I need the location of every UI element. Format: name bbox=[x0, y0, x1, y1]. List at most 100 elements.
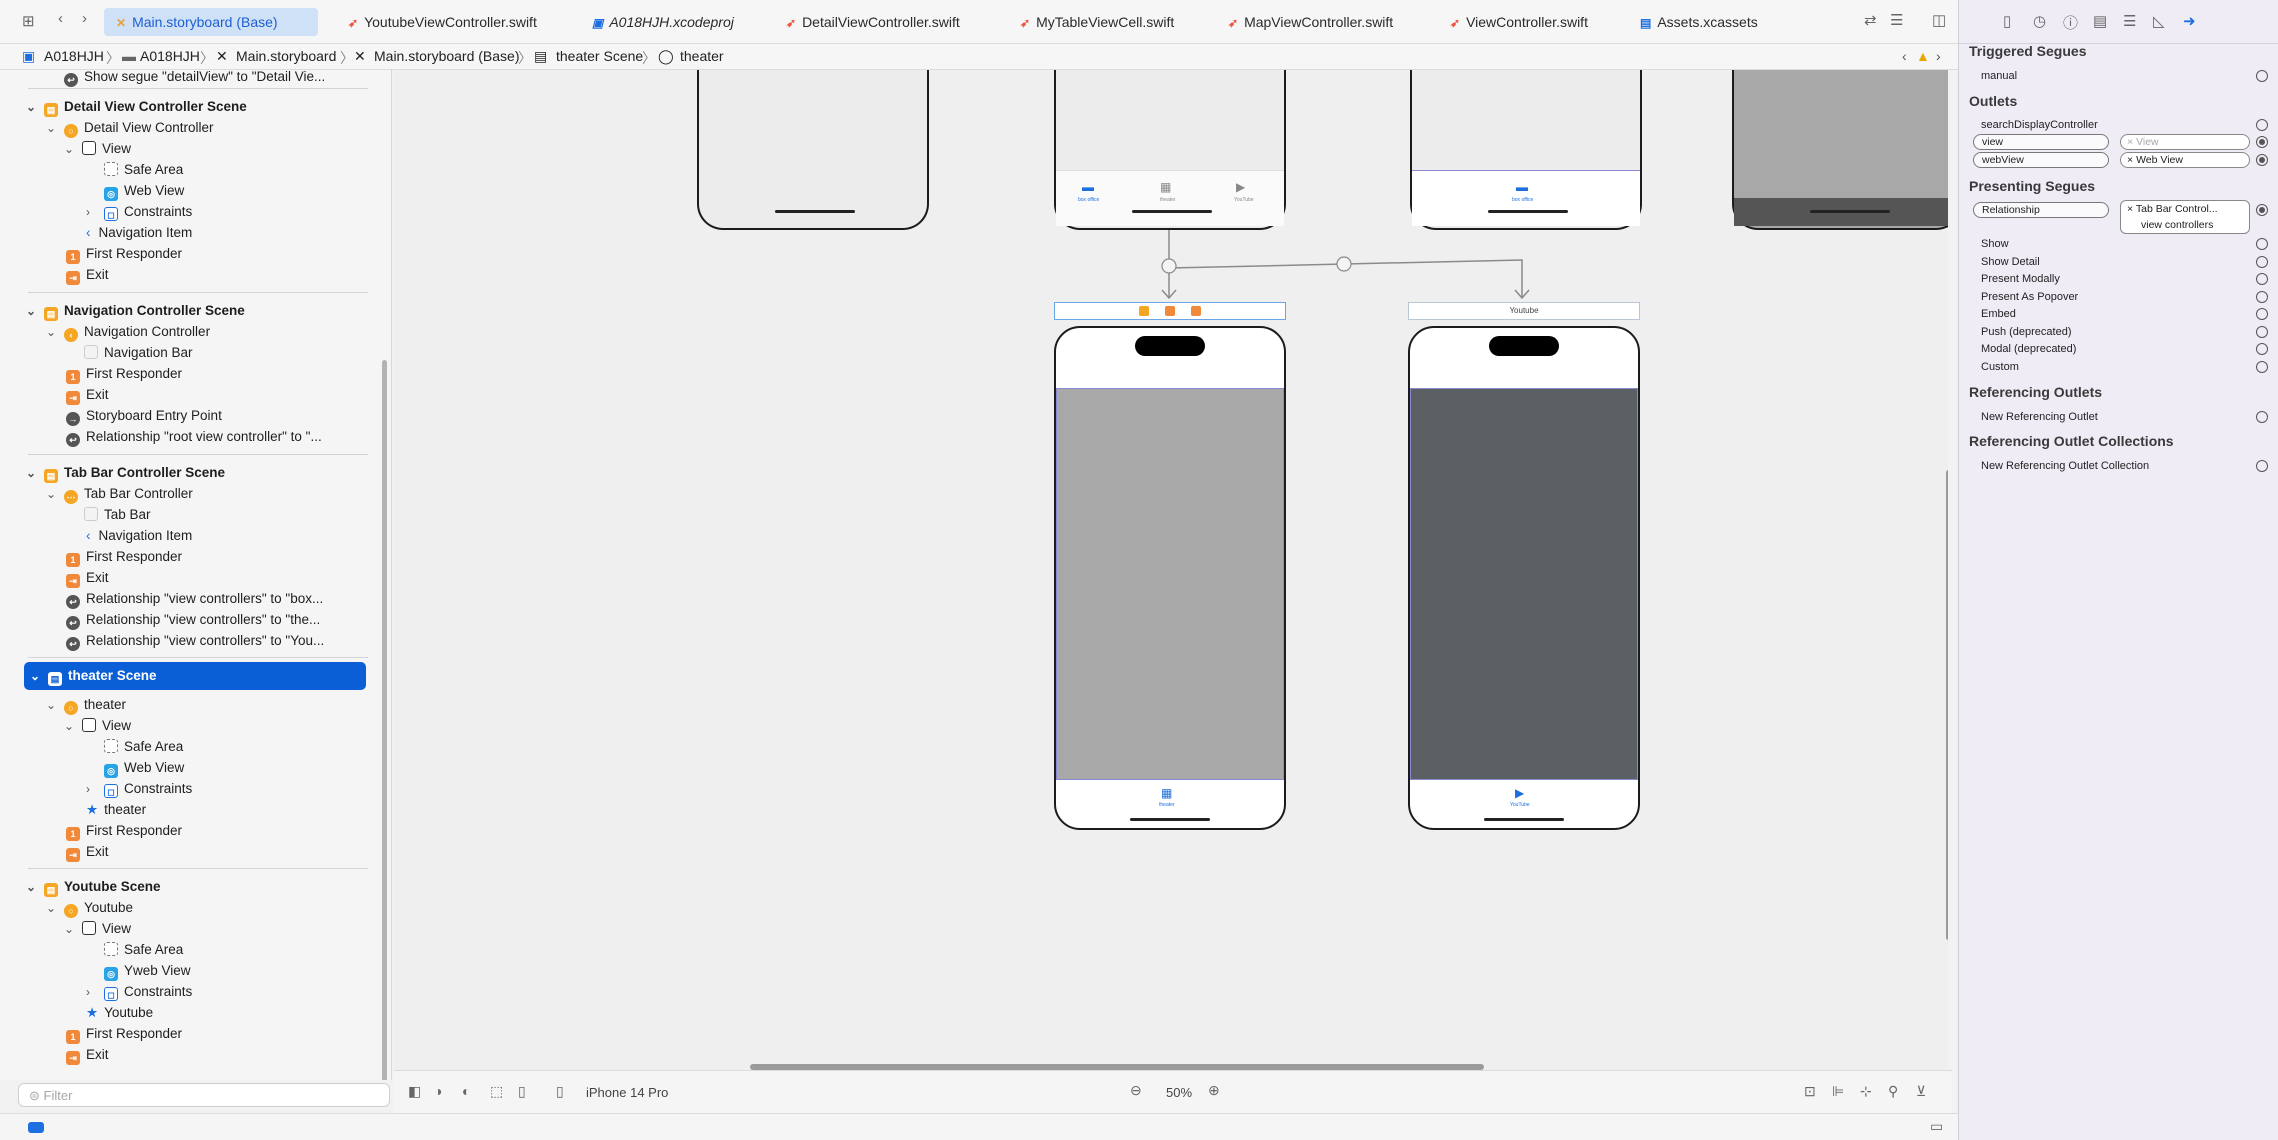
file-inspector-icon[interactable]: ▯ bbox=[2003, 12, 2011, 30]
outline-item[interactable]: ⌄ ○ Youtube bbox=[46, 897, 133, 918]
connections-inspector-icon[interactable]: ➜ bbox=[2183, 12, 2196, 30]
outline-item[interactable]: → Storyboard Entry Point bbox=[66, 405, 222, 426]
align-icon[interactable]: ⊫ bbox=[1832, 1083, 1844, 1100]
breadcrumb-item[interactable]: A018HJH bbox=[44, 48, 104, 64]
youtube-scene-dock[interactable]: Youtube bbox=[1408, 302, 1640, 320]
outline-item[interactable]: Tab Bar bbox=[84, 504, 151, 525]
breadcrumb-item[interactable]: Main.storyboard (Base) bbox=[374, 48, 520, 64]
outline-item[interactable]: ↩ Relationship "root view controller" to … bbox=[66, 426, 322, 447]
forward-arrow-icon[interactable]: › bbox=[82, 10, 87, 27]
theater-scene-dock[interactable] bbox=[1054, 302, 1286, 320]
outline-item[interactable]: ⌄ ○ Detail View Controller bbox=[46, 117, 214, 138]
zoom-out-icon[interactable]: ⊖ bbox=[1130, 1082, 1142, 1099]
connection-circle-filled[interactable] bbox=[2256, 154, 2268, 166]
tab-map-view-controller[interactable]: ➶ MapViewController.swift bbox=[1228, 8, 1393, 36]
connection-circle[interactable] bbox=[2256, 343, 2268, 355]
size-inspector-icon[interactable]: ◺ bbox=[2153, 12, 2165, 30]
vertical-scrollbar[interactable] bbox=[1946, 470, 1948, 940]
orientation-icon[interactable]: ◐ bbox=[462, 1083, 470, 1099]
breadcrumb-item[interactable]: theater bbox=[680, 48, 724, 64]
warning-icon[interactable]: ▲ bbox=[1916, 48, 1930, 64]
connection-circle[interactable] bbox=[2256, 119, 2268, 131]
outlet-view[interactable]: view bbox=[1973, 134, 2109, 150]
connection-circle[interactable] bbox=[2256, 326, 2268, 338]
swap-icon[interactable]: ⇄ bbox=[1864, 11, 1877, 29]
connection-circle[interactable] bbox=[2256, 70, 2268, 82]
outlet-webview-target[interactable]: × Web View bbox=[2120, 152, 2250, 168]
outline-item[interactable]: ⌄ ○ theater bbox=[46, 694, 126, 715]
resolve-issues-icon[interactable]: ⚲ bbox=[1888, 1083, 1898, 1100]
web-view[interactable] bbox=[1410, 388, 1638, 780]
outline-item[interactable]: › ◻ Constraints bbox=[86, 201, 192, 222]
tab-main-storyboard[interactable]: ✕ Main.storyboard (Base) bbox=[104, 8, 318, 36]
outline-item[interactable]: ⌄ View bbox=[64, 138, 131, 159]
connection-circle[interactable] bbox=[2256, 308, 2268, 320]
outline-item[interactable]: ⌄ ⋯ Tab Bar Controller bbox=[46, 483, 193, 504]
outline-item[interactable]: ‹ Navigation Item bbox=[86, 525, 192, 546]
outline-item[interactable]: ★ Youtube bbox=[86, 1002, 153, 1023]
outline-item[interactable]: ↩ Relationship "view controllers" to "You… bbox=[66, 630, 324, 651]
outline-scene[interactable]: ⌄ ▤ Youtube Scene bbox=[26, 876, 161, 897]
outline-item[interactable]: 1 First Responder bbox=[66, 363, 182, 384]
device-icon[interactable]: ▯ bbox=[556, 1083, 564, 1100]
identity-inspector-icon[interactable]: ▤ bbox=[2093, 12, 2107, 30]
outline-item[interactable]: ⌄ ‹ Navigation Controller bbox=[46, 321, 210, 342]
layout-icon[interactable]: ▯ bbox=[518, 1083, 526, 1100]
outline-item[interactable]: Safe Area bbox=[104, 939, 183, 960]
connection-circle[interactable] bbox=[2256, 273, 2268, 285]
help-inspector-icon[interactable]: ⓘ bbox=[2063, 12, 2078, 33]
remove-icon[interactable]: × bbox=[2127, 203, 2136, 215]
outlet-view-target[interactable]: × View bbox=[2120, 134, 2250, 150]
connection-circle[interactable] bbox=[2256, 460, 2268, 472]
outline-item[interactable]: ⌄ View bbox=[64, 918, 131, 939]
filter-field[interactable]: ⊜ Filter bbox=[18, 1083, 390, 1107]
outline-item[interactable]: Safe Area bbox=[104, 736, 183, 757]
outline-item[interactable]: ⇥ Exit bbox=[66, 1044, 109, 1065]
scene-youtube[interactable]: ▶ YouTube bbox=[1408, 326, 1640, 830]
outline-item[interactable]: ⇥ Exit bbox=[66, 841, 109, 862]
outline-item[interactable]: ↩ Relationship "view controllers" to "the… bbox=[66, 609, 320, 630]
tab-assets[interactable]: ▤ Assets.xcassets bbox=[1640, 8, 1758, 36]
breadcrumb-item[interactable]: Main.storyboard bbox=[236, 48, 336, 64]
zoom-in-icon[interactable]: ⊕ bbox=[1208, 1082, 1220, 1099]
outline-item[interactable]: ◎ Web View bbox=[104, 757, 184, 778]
editor-options-icon[interactable]: ☰ bbox=[1890, 11, 1903, 29]
outline-item[interactable]: ⌄ View bbox=[64, 715, 131, 736]
update-frames-icon[interactable]: ⊡ bbox=[1804, 1083, 1816, 1100]
outline-scene[interactable]: ⌄ ▤ Navigation Controller Scene bbox=[26, 300, 245, 321]
tab-detail-view-controller[interactable]: ➶ DetailViewController.swift bbox=[786, 8, 960, 36]
outline-item[interactable]: ◎ Yweb View bbox=[104, 960, 191, 981]
outline-item[interactable]: ★ theater bbox=[86, 799, 146, 820]
embed-icon[interactable]: ⊻ bbox=[1916, 1083, 1926, 1100]
tab-view-controller[interactable]: ➶ ViewController.swift bbox=[1450, 8, 1588, 36]
device-selector[interactable]: iPhone 14 Pro bbox=[586, 1085, 668, 1100]
rotate-icon[interactable]: ⬚ bbox=[490, 1083, 503, 1100]
outline-item[interactable]: ↩ Relationship "view controllers" to "box… bbox=[66, 588, 323, 609]
breadcrumb-item[interactable]: theater Scene bbox=[556, 48, 643, 64]
segue-relationship[interactable]: Relationship bbox=[1973, 202, 2109, 218]
connection-circle-filled[interactable] bbox=[2256, 204, 2268, 216]
attributes-inspector-icon[interactable]: ☰ bbox=[2123, 12, 2136, 30]
appearance-icon[interactable]: ◑ bbox=[434, 1083, 442, 1099]
outline-item[interactable]: Navigation Bar bbox=[84, 342, 193, 363]
outline-item[interactable]: ⇥ Exit bbox=[66, 567, 109, 588]
outline-scene[interactable]: ⌄ ▤ Tab Bar Controller Scene bbox=[26, 462, 225, 483]
chevron-right-icon[interactable]: › bbox=[1936, 48, 1941, 64]
chevron-left-icon[interactable]: ‹ bbox=[1902, 48, 1907, 64]
navigator-scrollbar[interactable] bbox=[382, 360, 387, 1080]
outline-item[interactable]: ⇥ Exit bbox=[66, 384, 109, 405]
sidebar-toggle-icon[interactable]: ◧ bbox=[408, 1083, 421, 1100]
outline-scene[interactable]: ⌄ ▤ Detail View Controller Scene bbox=[26, 96, 247, 117]
connection-circle[interactable] bbox=[2256, 361, 2268, 373]
breadcrumb-item[interactable]: A018HJH bbox=[140, 48, 200, 64]
storyboard-canvas[interactable]: ▬ box office ▦ theater ▶ YouTube ▬ box o… bbox=[394, 70, 1948, 1070]
tab-xcodeproj[interactable]: ▣ A018HJH.xcodeproj bbox=[592, 8, 734, 36]
outline-item[interactable]: 1 First Responder bbox=[66, 546, 182, 567]
outline-item[interactable]: ⇥ Exit bbox=[66, 264, 109, 285]
relationship-target[interactable]: × Tab Bar Control... view controllers bbox=[2120, 200, 2250, 234]
web-view[interactable] bbox=[1056, 388, 1284, 780]
outlet-webview[interactable]: webView bbox=[1973, 152, 2109, 168]
outline-item[interactable]: 1 First Responder bbox=[66, 243, 182, 264]
connection-circle-filled[interactable] bbox=[2256, 136, 2268, 148]
hide-debug-icon[interactable]: ▭ bbox=[1930, 1118, 1943, 1135]
